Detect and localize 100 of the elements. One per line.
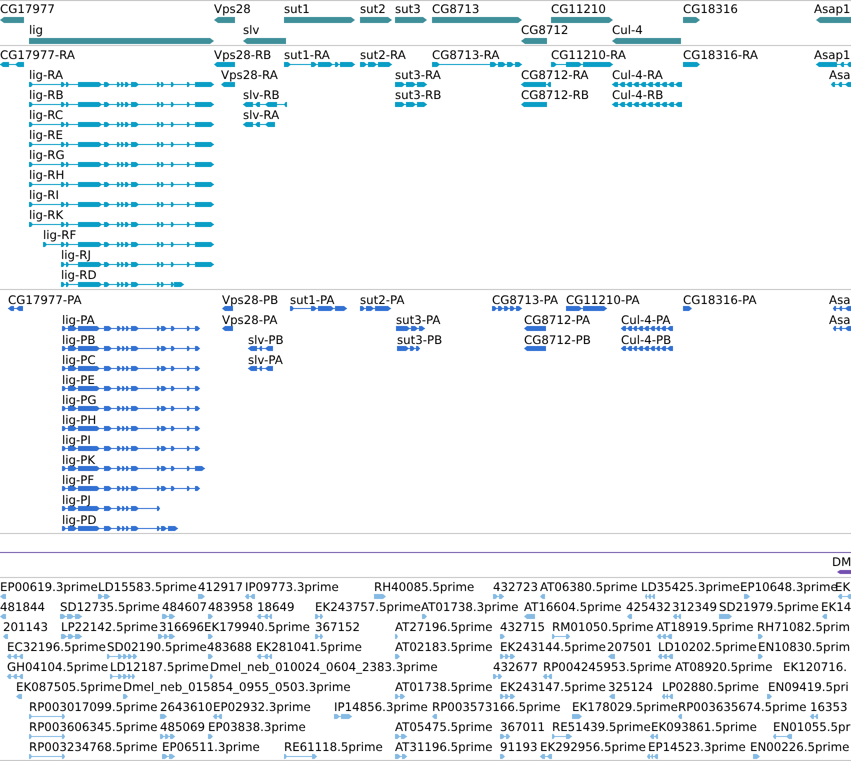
gene-label: CG11210 [551, 2, 606, 16]
est-label: EN09419.5pri [768, 680, 849, 694]
est-label: EK243144.5prime [500, 640, 606, 654]
est-label: 207501 [607, 640, 652, 654]
transcript-label: sut3-RB [395, 88, 442, 102]
est-label: EN10830.5prim [758, 640, 850, 654]
est-label: AT16604.5prime [524, 600, 622, 614]
gene-label: CG8713 [432, 2, 480, 16]
est-label: EK281041.5prime [256, 640, 362, 654]
transcript-label: CG8712-RB [521, 88, 589, 102]
est-label: LP22142.5prime [61, 620, 158, 634]
protein-label: lig-PJ [62, 493, 91, 507]
protein-label: Vps28-PB [222, 293, 278, 307]
est-label: 316696 [159, 620, 204, 634]
est-label: AT02183.5prime [395, 640, 493, 654]
est-label: AT31196.5prime [395, 740, 493, 754]
gene-label: CG18316 [683, 2, 738, 16]
protein-label: sut3-PA [396, 313, 440, 327]
est-label: RE51439.5prime [552, 720, 651, 734]
est-label: AT06380.5prime [540, 580, 638, 594]
est-label: RP003635674.5prime [678, 700, 806, 714]
est-label: 483688 [207, 640, 252, 654]
transcript-label: sut2-RA [360, 48, 406, 62]
est-label: AT01738.3prime [421, 600, 519, 614]
gene-label: sut3 [395, 2, 421, 16]
est-label: 412917 [198, 580, 244, 594]
protein-label: slv-PB [248, 333, 284, 347]
protein-label: Cul-4-PA [621, 313, 670, 327]
protein-label: Asa [829, 313, 850, 327]
transcript-label: CG8712-RA [521, 68, 588, 82]
est-label: EP06511.3prime [162, 740, 260, 754]
gene-label: slv [243, 23, 260, 37]
est-label: 325124 [608, 680, 654, 694]
est-label: RP003606345.5prime [29, 720, 158, 734]
transcript-label: Vps28-RB [214, 48, 272, 62]
est-label: AT01738.5prime [395, 680, 493, 694]
est-label: EP03838.3prime [208, 720, 306, 734]
protein-label: Asa [829, 293, 850, 307]
est-label: 485069 [160, 720, 206, 734]
transcript-label: Vps28-RA [221, 68, 278, 82]
transcript-label: Cul-4-RB [612, 88, 664, 102]
protein-label: sut2-PA [360, 293, 404, 307]
est-label: 425432 [626, 600, 672, 614]
est-label: EK [835, 580, 850, 594]
transcript-label: CG8713-RA [432, 48, 500, 62]
protein-label: lig-PA [62, 313, 95, 327]
est-label: EP10648.3prime [740, 580, 838, 594]
transcript-label: Asap1 [814, 48, 850, 62]
protein-label: CG18316-PA [683, 293, 757, 307]
est-label: 16353 [810, 700, 848, 714]
est-label: Dmel_neb_015854_0955_0503.3prime [123, 680, 351, 694]
est-label: 481844 [0, 600, 46, 614]
est-label: RE61118.5prime [284, 740, 383, 754]
transcript-label: lig-RF [43, 228, 76, 242]
est-label: SD21979.5prime [719, 600, 819, 614]
protein-label: CG17977-PA [8, 293, 82, 307]
transcript-label: lig-RA [29, 68, 64, 82]
est-label: LP02880.5prime [662, 680, 759, 694]
est-label: SD12735.5prime [60, 600, 160, 614]
transcript-label: lig-RI [29, 188, 59, 202]
transcript-label: CG11210-RA [551, 48, 626, 62]
est-label: EN01055.5pr [773, 720, 850, 734]
est-label: 91193 [500, 740, 538, 754]
est-label: AT18919.5prime [656, 620, 754, 634]
est-label: EK243757.5prime [315, 600, 421, 614]
protein-label: CG8712-PA [524, 313, 590, 327]
est-label: 201143 [3, 620, 48, 634]
protein-label: lig-PD [62, 513, 96, 527]
est-label: Dmel_neb_010024_0604_2383.3prime [210, 660, 438, 674]
est-label: LD12187.5prime [110, 660, 209, 674]
gene-label: Asap1 [814, 2, 850, 16]
est-label: EK179940.5prime [204, 620, 310, 634]
est-label: EP14523.3prime [648, 740, 746, 754]
est-label: RH40085.5prime [374, 580, 474, 594]
est-label: EK178029.5prime [572, 700, 678, 714]
est-label: 432677 [493, 660, 538, 674]
transcript-label: lig-RD [61, 268, 97, 282]
est-label: AT05475.5prime [395, 720, 493, 734]
est-label: EK093861.5prime [651, 720, 757, 734]
gene-label: Cul-4 [612, 23, 643, 37]
est-label: EK292956.5prime [540, 740, 646, 754]
est-label: 432723 [493, 580, 538, 594]
est-label: 18649 [257, 600, 295, 614]
est-label: EN00226.5prime [750, 740, 850, 754]
est-label: EP02932.3prime [213, 700, 311, 714]
est-label: RP003573166.5prime [432, 700, 560, 714]
transcript-label: lig-RC [29, 108, 64, 122]
transcript-label: CG17977-RA [0, 48, 75, 62]
est-label: 484607 [162, 600, 208, 614]
est-label: 312349 [672, 600, 718, 614]
transcript-label: CG18316-RA [683, 48, 758, 62]
transcript-label: lig-RK [29, 208, 64, 222]
transcript-label: lig-RJ [61, 248, 91, 262]
est-label: 432715 [500, 620, 546, 634]
protein-label: lig-PB [62, 333, 96, 347]
protein-label: lig-PC [62, 353, 96, 367]
est-label: LD35425.3prime [641, 580, 740, 594]
transcript-label: sut3-RA [395, 68, 441, 82]
protein-label: lig-PF [62, 473, 94, 487]
est-label: 2643610 [160, 700, 213, 714]
